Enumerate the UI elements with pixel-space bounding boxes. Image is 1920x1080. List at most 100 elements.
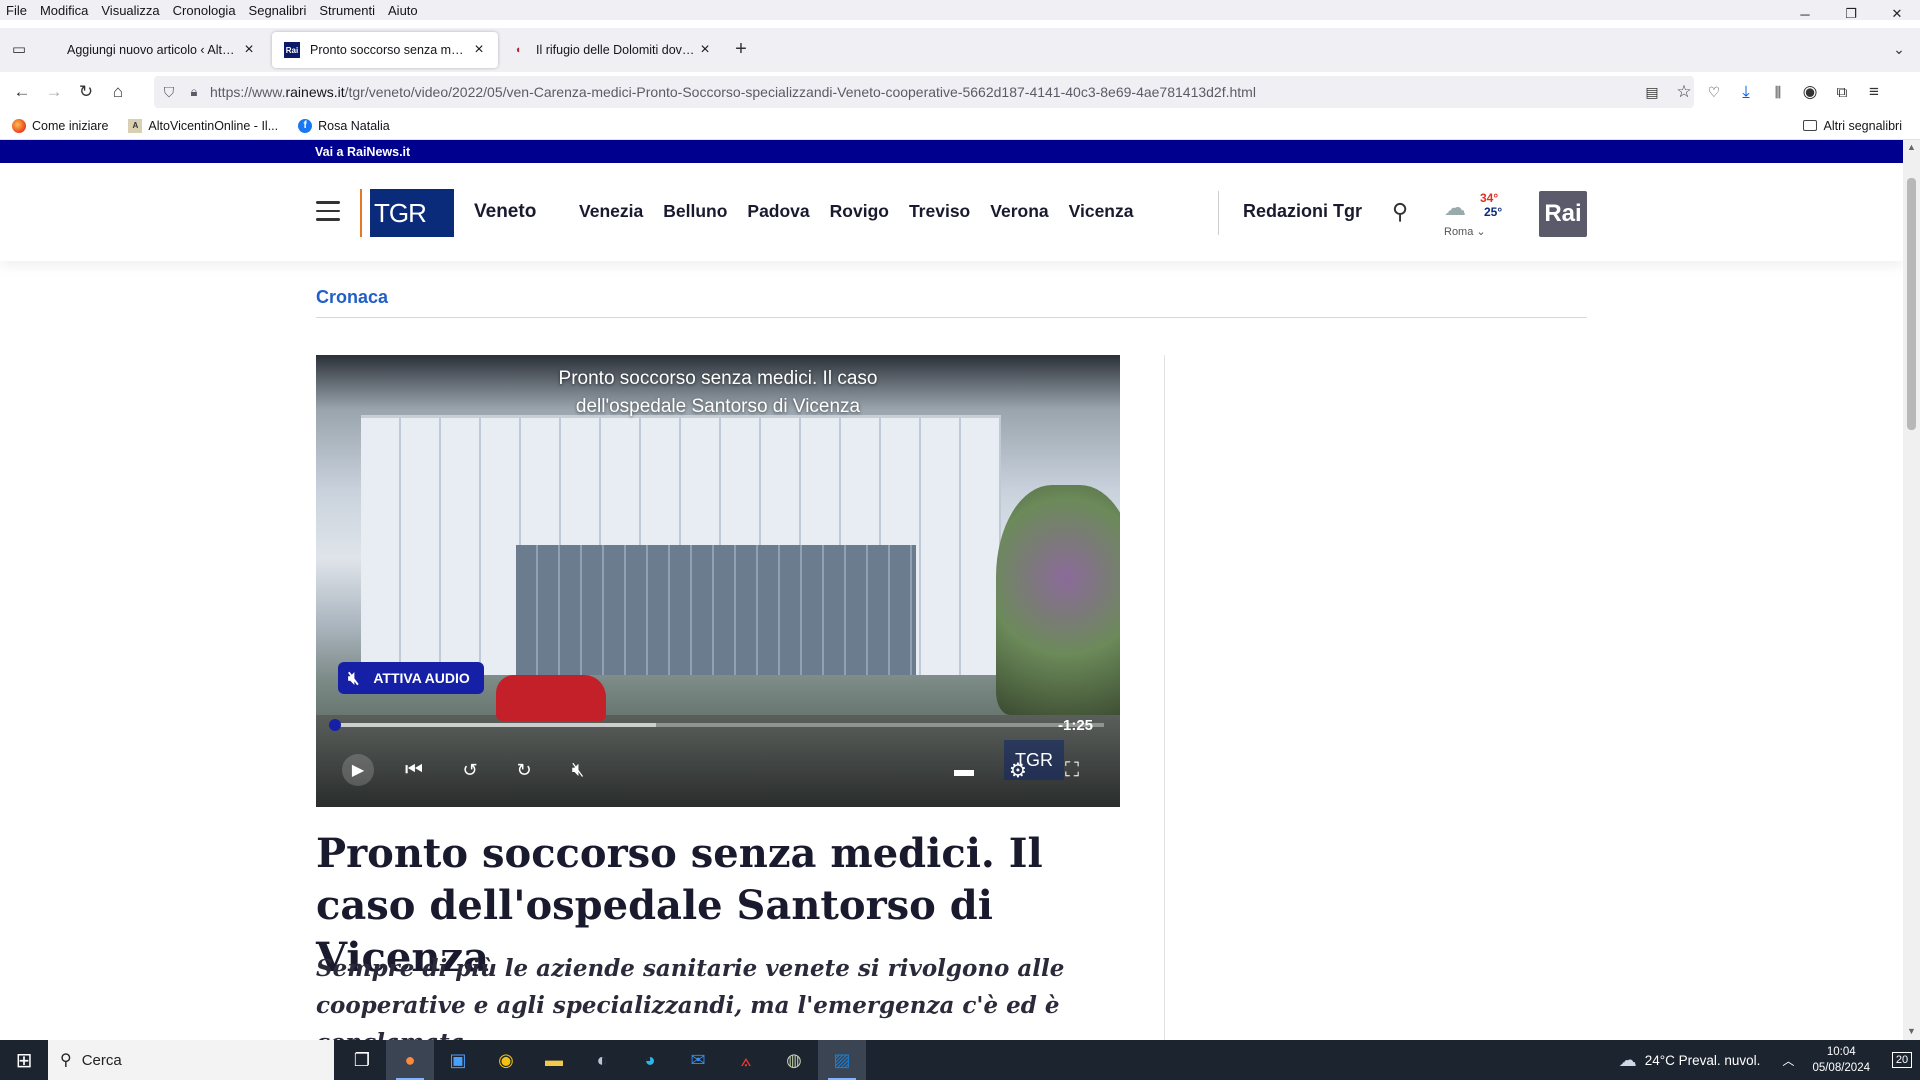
other-bookmarks[interactable]: Altri segnalibri [1803, 119, 1902, 133]
video-title-line1: Pronto soccorso senza medici. Il caso [558, 368, 878, 389]
section-label[interactable]: Cronaca [316, 287, 388, 308]
edge-icon: ◕ [644, 1049, 656, 1070]
settings-button[interactable]: ⚙ [1002, 754, 1034, 786]
tab-rainews[interactable]: Rai Pronto soccorso senza medici. Il cas… [272, 32, 498, 68]
taskbar-clock[interactable]: 10:04 05/08/2024 [1812, 1044, 1870, 1076]
downloads-button[interactable]: ⤓ [1730, 76, 1762, 108]
scrollbar-thumb[interactable] [1907, 178, 1916, 430]
mail-icon: ✉ [690, 1049, 706, 1070]
rai-logo[interactable]: Rai [1539, 191, 1587, 237]
reader-view-icon: ▤ [1645, 83, 1659, 100]
nav-venezia[interactable]: Venezia [579, 201, 643, 222]
close-window-button[interactable]: ✕ [1874, 0, 1920, 28]
menu-bar: File Modifica Visualizza Cronologia Segn… [0, 0, 1920, 20]
account-button[interactable]: ◉ [1794, 76, 1826, 108]
nav-padova[interactable]: Padova [747, 201, 809, 222]
bookmark-rosa-natalia[interactable]: f Rosa Natalia [298, 118, 390, 133]
nav-vicenza[interactable]: Vicenza [1069, 201, 1134, 222]
clock-time: 10:04 [1826, 1046, 1856, 1058]
menu-button[interactable]: ≡ [1858, 76, 1890, 108]
restore-button[interactable]: ❐ [1828, 0, 1874, 28]
menu-modifica[interactable]: Modifica [33, 3, 94, 18]
notification-center-button[interactable]: 20 [1884, 1040, 1920, 1080]
weather-widget[interactable]: ☁ 34° 25° Roma ⌄ [1442, 191, 1512, 243]
taskbar-edge[interactable]: ◕ [626, 1040, 674, 1080]
menu-cronologia[interactable]: Cronologia [166, 3, 242, 18]
column-divider [1164, 355, 1165, 1040]
new-tab-button[interactable]: + [728, 36, 754, 62]
taskbar-weather[interactable]: ☁ 24°C Preval. nuvol. [1619, 1050, 1761, 1071]
close-tab-icon[interactable]: × [240, 41, 258, 59]
forward-button[interactable]: → [38, 76, 70, 108]
mute-button[interactable]: 🔇︎ [562, 754, 594, 786]
reader-view-button[interactable]: ▤ [1636, 76, 1668, 108]
nav-belluno[interactable]: Belluno [663, 201, 727, 222]
close-tab-icon[interactable]: × [696, 41, 714, 59]
page-scrollbar[interactable]: ▲ ▼ [1903, 140, 1920, 1040]
activate-audio-button[interactable]: 🔇︎ ATTIVA AUDIO [338, 662, 484, 694]
tgr-logo[interactable]: TGR [360, 189, 454, 237]
redazioni-tgr-link[interactable]: Redazioni Tgr [1243, 201, 1362, 222]
extensions-button[interactable]: ⧉ [1826, 76, 1858, 108]
taskbar-search[interactable]: ⚲ Cerca [48, 1040, 334, 1080]
cloud-rain-icon: ☁ [1444, 195, 1466, 220]
menu-hamburger-icon[interactable] [316, 201, 340, 227]
bookmark-altovicentino[interactable]: A AltoVicentinOnline - Il... [128, 118, 278, 133]
minimize-button[interactable]: ─ [1782, 0, 1828, 28]
menu-segnalibri[interactable]: Segnalibri [242, 3, 313, 18]
taskbar-app-globe[interactable]: ◍ [770, 1040, 818, 1080]
progress-knob[interactable] [329, 719, 341, 731]
close-tab-icon[interactable]: × [470, 41, 488, 59]
fullscreen-button[interactable]: ⛶ [1056, 754, 1088, 786]
menu-aiuto[interactable]: Aiuto [381, 3, 424, 18]
tab-overview-button[interactable]: ▭ [8, 38, 30, 60]
previous-button[interactable]: ⏮︎ [398, 754, 430, 786]
scroll-down-icon[interactable]: ▼ [1907, 1026, 1916, 1036]
url-bar[interactable]: ⛉ 🔒︎ https://www.rainews.it/tgr/veneto/v… [154, 76, 1694, 108]
bookmark-label: Come iniziare [32, 118, 109, 133]
nav-rovigo[interactable]: Rovigo [830, 201, 889, 222]
menu-strumenti[interactable]: Strumenti [312, 3, 381, 18]
taskbar-explorer[interactable]: ▬ [530, 1040, 578, 1080]
start-button[interactable]: ⊞ [0, 1040, 48, 1080]
tab-altovicentino[interactable]: Aggiungi nuovo articolo ‹ AltoVicentinOn… [42, 32, 268, 68]
tray-chevron-up-icon[interactable]: ︿ [1782, 1052, 1794, 1069]
bookmark-come-iniziare[interactable]: Come iniziare [12, 118, 109, 133]
video-progress-bar[interactable] [329, 719, 1104, 731]
library-button[interactable]: ⫼ [1762, 76, 1794, 108]
menu-file[interactable]: File [0, 3, 33, 18]
taskbar-outlook[interactable]: ▨ [818, 1040, 866, 1080]
taskbar-firefox[interactable]: ● [386, 1040, 434, 1080]
taskbar-app-bird[interactable]: ◐ [578, 1040, 626, 1080]
bookmark-star-button[interactable]: ☆ [1668, 76, 1700, 108]
back-button[interactable]: ← [6, 76, 38, 108]
nav-treviso[interactable]: Treviso [909, 201, 970, 222]
taskbar-chrome[interactable]: ◉ [482, 1040, 530, 1080]
tab-rifugio[interactable]: ◖ Il rifugio delle Dolomiti dove in × [498, 32, 724, 68]
scroll-up-icon[interactable]: ▲ [1907, 142, 1916, 152]
nav-verona[interactable]: Verona [990, 201, 1048, 222]
folder-icon: ▬ [545, 1049, 563, 1070]
region-title[interactable]: Veneto [474, 201, 536, 223]
lock-icon[interactable]: 🔒︎ [184, 84, 204, 100]
rewind-10-button[interactable]: ↺ [454, 754, 486, 786]
rainews-link[interactable]: Vai a RaiNews.it [315, 145, 410, 159]
activate-audio-label: ATTIVA AUDIO [373, 670, 470, 686]
list-all-tabs-button[interactable]: ⌄ [1886, 36, 1912, 62]
taskbar-weather-text: 24°C Preval. nuvol. [1644, 1052, 1761, 1068]
taskbar-mail[interactable]: ✉ [674, 1040, 722, 1080]
video-player[interactable]: Pronto soccorso senza medici. Il caso de… [316, 355, 1120, 807]
reload-button[interactable]: ↻ [70, 76, 102, 108]
home-button[interactable]: ⌂ [102, 76, 134, 108]
play-button[interactable]: ▶ [342, 754, 374, 786]
menu-visualizza[interactable]: Visualizza [94, 3, 165, 18]
pocket-button[interactable]: ♡ [1698, 76, 1730, 108]
lips-icon: ◖ [514, 44, 522, 56]
forward-10-button[interactable]: ↻ [508, 754, 540, 786]
taskbar-acrobat[interactable]: ⟑ [722, 1040, 770, 1080]
taskbar-store[interactable]: ▣ [434, 1040, 482, 1080]
subtitles-button[interactable]: ▬ [948, 754, 980, 786]
search-icon[interactable]: ⚲ [1392, 199, 1408, 225]
task-view-button[interactable]: ❐ [338, 1040, 386, 1080]
tracking-protection-icon[interactable]: ⛉ [154, 84, 184, 101]
